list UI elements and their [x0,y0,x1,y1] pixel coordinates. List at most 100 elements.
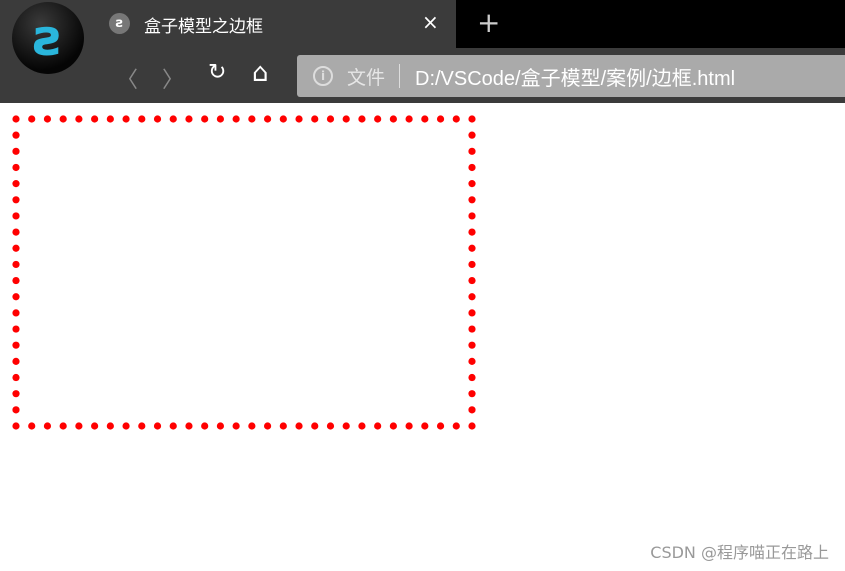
border-dot [468,115,476,123]
border-dot [91,422,99,430]
border-dot [279,422,287,430]
border-dot [12,341,20,349]
tab-favicon-icon: ƨ [109,13,130,34]
url-text[interactable]: D:/VSCode/盒子模型/案例/边框.html [415,62,735,91]
border-dot [295,115,303,123]
border-dot [12,422,20,430]
border-dot [59,115,67,123]
border-dot [263,422,272,430]
border-dot [468,147,476,155]
border-dot [185,115,193,123]
border-dot [452,422,460,430]
address-bar[interactable]: i 文件 D:/VSCode/盒子模型/案例/边框.html [297,55,845,97]
border-dot [468,196,476,204]
border-dot [12,357,20,365]
border-dot [468,406,476,414]
border-dot [75,422,83,430]
border-dot [153,115,162,123]
scheme-label: 文件 [347,67,386,89]
border-dot [28,422,36,430]
border-dot [263,115,272,123]
home-button[interactable]: ⌂ [252,58,269,88]
border-dot [12,131,20,139]
border-dot [201,115,209,123]
border-dot [358,115,366,123]
border-dot [279,115,287,123]
border-dot [248,422,256,430]
border-dot [436,115,445,123]
info-icon[interactable]: i [313,66,333,86]
border-dot [122,115,130,123]
border-dot [138,422,146,430]
tab-title[interactable]: 盒子模型之边框 [144,12,263,37]
border-dot [12,390,20,398]
border-dot [468,131,476,139]
border-dot [153,422,162,430]
border-dot [12,373,20,382]
border-dot [468,212,476,220]
border-dot [106,115,114,123]
border-dot [468,180,476,188]
border-dot [468,309,476,317]
border-dot [468,228,476,236]
tab-strip [456,0,845,48]
border-dot [468,293,476,301]
border-dot [28,115,36,123]
border-dot [169,422,177,430]
border-dot [216,115,225,123]
border-dot [138,115,146,123]
border-dot [468,276,476,285]
browser-chrome: ƨ ƨ 盒子模型之边框 × + 〈 〉 ↻ ⌂ i 文件 D:/VSCode/盒… [0,0,845,103]
border-dot [436,422,445,430]
border-dot [12,406,20,414]
border-dot [12,196,20,204]
border-dot [12,228,20,236]
border-dot [12,293,20,301]
border-dot [169,115,177,123]
border-dot [468,325,476,333]
watermark: CSDN @程序喵正在路上 [650,543,829,562]
border-dot [468,357,476,365]
border-dot [232,422,240,430]
border-dot [12,115,20,123]
border-dot [468,244,476,252]
border-dot [12,276,20,285]
border-dot [468,341,476,349]
border-dot [12,147,20,155]
new-tab-button[interactable]: + [477,6,500,39]
border-dot [326,115,335,123]
border-dot [12,260,20,269]
border-dot [12,180,20,188]
border-dot [185,422,193,430]
border-dot [43,115,52,123]
border-dot [389,115,397,123]
border-dot [468,163,476,172]
tab-close-icon[interactable]: × [422,10,439,34]
border-dot [91,115,99,123]
border-dot [358,422,366,430]
reload-button[interactable]: ↻ [208,60,226,85]
border-dot [326,422,335,430]
border-dot [468,260,476,269]
border-dot [12,244,20,252]
border-dot [59,422,67,430]
border-dot [468,390,476,398]
border-dot [405,422,413,430]
border-dot [43,422,52,430]
back-button[interactable]: 〈 [116,62,138,94]
border-dot [342,115,350,123]
border-dot [248,115,256,123]
border-dot [468,373,476,382]
border-dot [122,422,130,430]
border-dot [389,422,397,430]
forward-button[interactable]: 〉 [162,62,184,94]
border-dot [12,309,20,317]
border-dot [342,422,350,430]
dotted-border-box [12,115,476,430]
border-dot [12,212,20,220]
border-dot [374,422,382,430]
border-dot [311,115,319,123]
border-dot [106,422,114,430]
border-dot [374,115,382,123]
border-dot [295,422,303,430]
